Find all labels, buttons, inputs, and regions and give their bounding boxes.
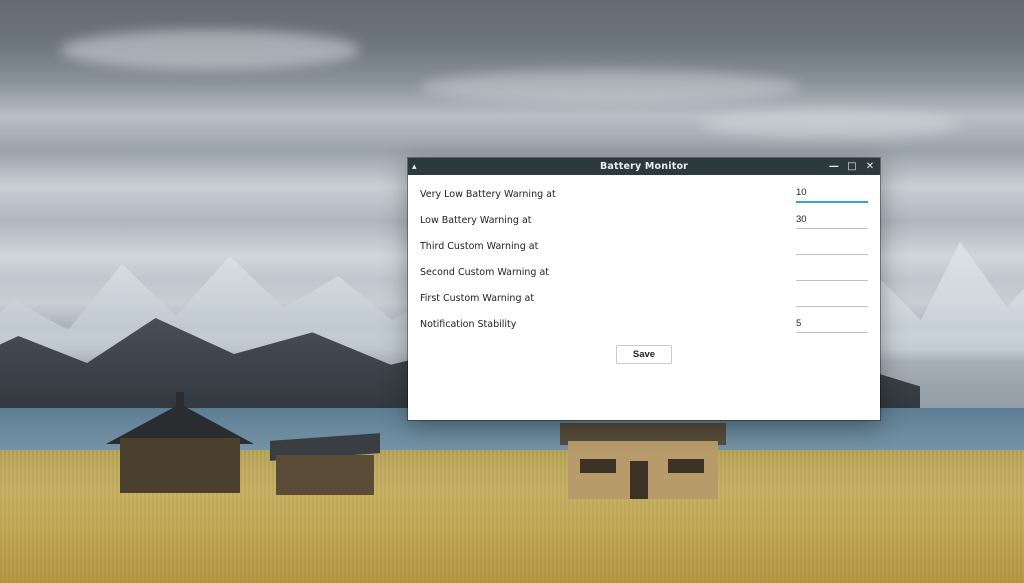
- notification-stability-input[interactable]: [796, 316, 868, 333]
- third-custom-input[interactable]: [796, 238, 868, 255]
- field-very-low-battery: Very Low Battery Warning at: [420, 183, 868, 205]
- save-button[interactable]: Save: [616, 345, 672, 364]
- field-label: Third Custom Warning at: [420, 241, 796, 252]
- battery-monitor-window: ▴ Battery Monitor — □ ✕ Very Low Battery…: [408, 158, 880, 420]
- field-label: First Custom Warning at: [420, 293, 796, 304]
- field-label: Very Low Battery Warning at: [420, 189, 796, 200]
- field-second-custom: Second Custom Warning at: [420, 261, 868, 283]
- desktop-wallpaper: ▴ Battery Monitor — □ ✕ Very Low Battery…: [0, 0, 1024, 583]
- field-third-custom: Third Custom Warning at: [420, 235, 868, 257]
- field-notification-stability: Notification Stability: [420, 313, 868, 335]
- window-menu-arrow-icon[interactable]: ▴: [412, 158, 417, 175]
- window-maximize-button[interactable]: □: [846, 161, 858, 173]
- field-label: Second Custom Warning at: [420, 267, 796, 278]
- low-battery-input[interactable]: [796, 212, 868, 229]
- settings-form: Very Low Battery Warning at Low Battery …: [408, 175, 880, 420]
- first-custom-input[interactable]: [796, 290, 868, 307]
- field-label: Low Battery Warning at: [420, 215, 796, 226]
- window-close-button[interactable]: ✕: [864, 161, 876, 173]
- very-low-battery-input[interactable]: [796, 185, 868, 203]
- window-minimize-button[interactable]: —: [828, 161, 840, 173]
- field-label: Notification Stability: [420, 319, 796, 330]
- field-first-custom: First Custom Warning at: [420, 287, 868, 309]
- window-title: Battery Monitor: [600, 161, 688, 172]
- window-titlebar[interactable]: ▴ Battery Monitor — □ ✕: [408, 158, 880, 175]
- field-low-battery: Low Battery Warning at: [420, 209, 868, 231]
- second-custom-input[interactable]: [796, 264, 868, 281]
